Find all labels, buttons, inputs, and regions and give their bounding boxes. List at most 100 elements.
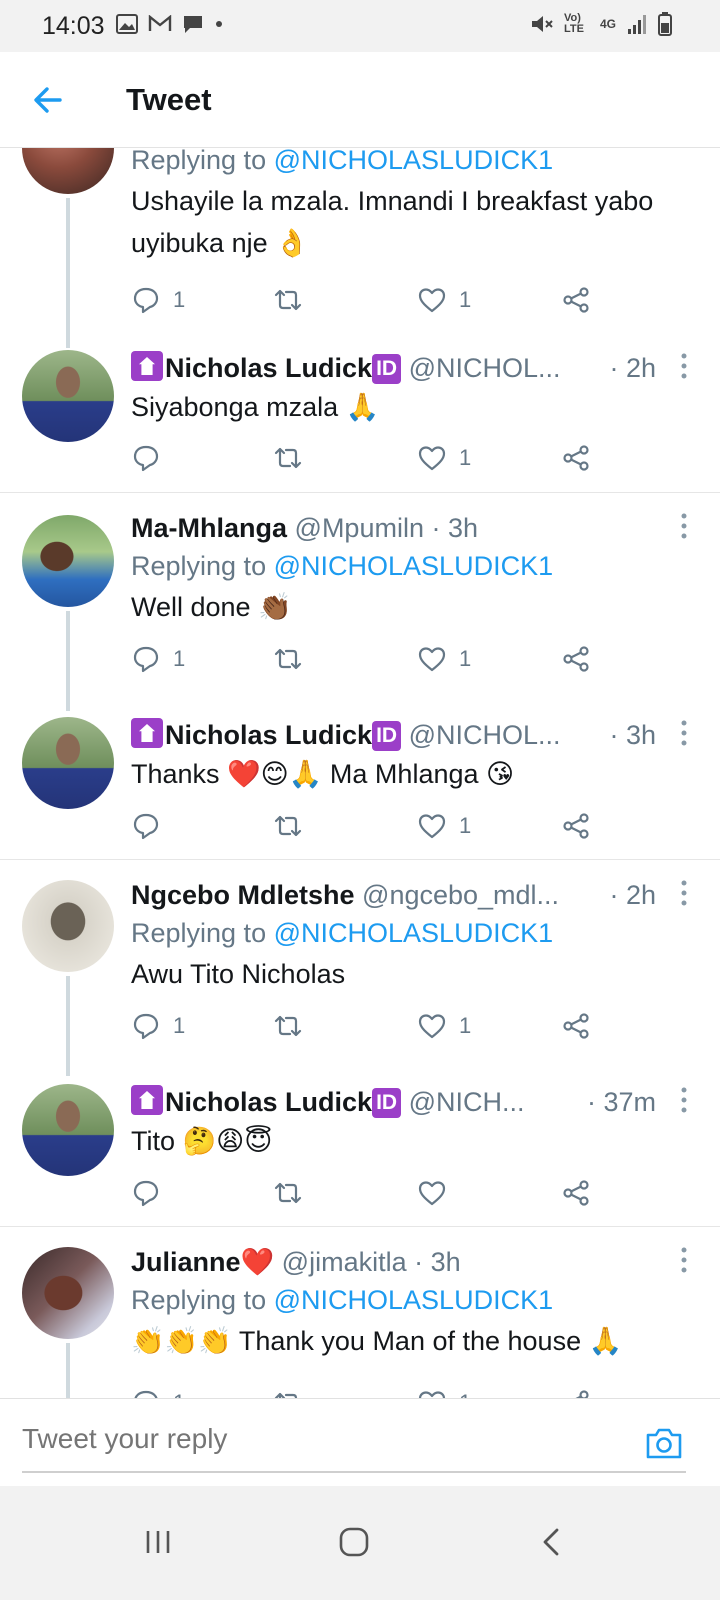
- like-button[interactable]: 1: [417, 1385, 471, 1398]
- share-button[interactable]: [561, 641, 591, 677]
- id-badge: ID: [372, 354, 402, 384]
- tweet-item[interactable]: Nicholas Ludick ID @NICHOL... · 3h Thanks…: [0, 698, 720, 860]
- more-icon[interactable]: [680, 719, 688, 747]
- reply-icon: [133, 646, 159, 673]
- home-icon[interactable]: [336, 1524, 372, 1560]
- avatar[interactable]: [22, 515, 114, 607]
- display-name[interactable]: Ma-Mhlanga: [131, 513, 287, 543]
- like-icon: [418, 1014, 446, 1039]
- retweet-button[interactable]: [273, 641, 303, 677]
- like-button[interactable]: 1: [417, 641, 471, 677]
- retweet-button[interactable]: [273, 282, 303, 318]
- share-icon: [563, 813, 589, 839]
- like-button[interactable]: 1: [417, 440, 471, 476]
- like-button[interactable]: 1: [417, 282, 471, 318]
- avatar[interactable]: [22, 717, 114, 809]
- replying-to-handle[interactable]: @NICHOLASLUDICK1: [274, 918, 553, 948]
- camera-icon[interactable]: [644, 1425, 684, 1461]
- like-button[interactable]: 1: [417, 808, 471, 844]
- more-icon[interactable]: [680, 879, 688, 907]
- tweet-item[interactable]: Ma-Mhlanga @Mpumiln · 3h Replying to @NI…: [0, 493, 720, 711]
- app-header: Tweet: [0, 52, 720, 148]
- like-button[interactable]: 1: [417, 1008, 471, 1044]
- display-name[interactable]: Nicholas Ludick: [165, 353, 372, 383]
- reply-button[interactable]: [131, 440, 173, 476]
- status-time: 14:03: [42, 12, 105, 40]
- tweet-item[interactable]: Nicholas Ludick ID @NICHOL... · 2h Siyabo…: [0, 328, 720, 493]
- id-badge: ID: [372, 721, 402, 751]
- user-handle[interactable]: @jimakitla: [282, 1247, 407, 1277]
- tweet-text: Tito 🤔😩😇: [131, 1126, 273, 1156]
- avatar[interactable]: [22, 1247, 114, 1339]
- thread-line: [66, 611, 70, 711]
- tweet-time: · 3h: [414, 1247, 461, 1277]
- retweet-button[interactable]: [273, 1175, 303, 1211]
- user-handle[interactable]: @NICHOL...: [409, 353, 561, 383]
- network-label: Vo) LTE: [563, 12, 584, 35]
- replying-to-handle[interactable]: @NICHOLASLUDICK1: [274, 1285, 553, 1315]
- display-name[interactable]: Julianne❤️: [131, 1247, 274, 1277]
- retweet-icon: [274, 447, 302, 469]
- more-icon[interactable]: [680, 512, 688, 540]
- more-icon[interactable]: [680, 1086, 688, 1114]
- replying-to-handle[interactable]: @NICHOLASLUDICK1: [274, 148, 553, 175]
- tweet-item[interactable]: Ngcebo Mdletshe @ngcebo_mdl... · 2h Repl…: [0, 860, 720, 1076]
- reply-composer: [0, 1398, 720, 1486]
- reply-input[interactable]: [22, 1423, 582, 1455]
- like-icon: [418, 647, 446, 672]
- reply-icon: [133, 1013, 159, 1040]
- reply-icon: [133, 287, 159, 314]
- display-name[interactable]: Nicholas Ludick: [165, 720, 372, 750]
- back-arrow-icon[interactable]: [30, 82, 66, 118]
- reply-feed[interactable]: Replying to @NICHOLASLUDICK1 Ushayile la…: [0, 148, 720, 1398]
- share-button[interactable]: [561, 440, 591, 476]
- retweet-button[interactable]: [273, 440, 303, 476]
- share-button[interactable]: [561, 1175, 591, 1211]
- recents-icon[interactable]: [140, 1524, 176, 1560]
- avatar[interactable]: [22, 880, 114, 972]
- tweet-item[interactable]: Julianne❤️ @jimakitla · 3h Replying to @…: [0, 1227, 720, 1398]
- user-handle[interactable]: @Mpumiln: [295, 513, 424, 543]
- tweet-item[interactable]: Replying to @NICHOLASLUDICK1 Ushayile la…: [0, 148, 720, 348]
- avatar[interactable]: [22, 148, 114, 194]
- reply-button[interactable]: 1: [131, 1385, 185, 1398]
- tweet-item[interactable]: Nicholas Ludick ID @NICH... · 37m Tito 🤔😩…: [0, 1065, 720, 1227]
- user-handle[interactable]: @ngcebo_mdl...: [362, 880, 559, 910]
- tweet-text: 👏👏👏 Thank you Man of the house 🙏: [131, 1326, 623, 1356]
- back-icon[interactable]: [534, 1524, 570, 1560]
- user-handle[interactable]: @NICH...: [409, 1087, 525, 1117]
- more-icon[interactable]: [680, 352, 688, 380]
- display-name[interactable]: Nicholas Ludick: [165, 1087, 372, 1117]
- tweet-time: · 3h: [609, 720, 656, 750]
- tweet-header: Ngcebo Mdletshe @ngcebo_mdl... · 2h: [131, 877, 696, 913]
- reply-button[interactable]: 1: [131, 641, 185, 677]
- share-button[interactable]: [561, 282, 591, 318]
- reply-button[interactable]: 1: [131, 1008, 185, 1044]
- chat-icon: [184, 16, 202, 33]
- retweet-button[interactable]: [273, 808, 303, 844]
- reply-button[interactable]: [131, 1175, 173, 1211]
- replying-to: Replying to @NICHOLASLUDICK1: [131, 1285, 554, 1315]
- status-bar: 14:03 Vo) LTE 4G: [0, 0, 720, 52]
- retweet-button[interactable]: [273, 1008, 303, 1044]
- tweet-header: Nicholas Ludick ID @NICHOL... · 3h: [131, 717, 696, 753]
- more-icon[interactable]: [680, 1246, 688, 1274]
- replying-to-handle[interactable]: @NICHOLASLUDICK1: [274, 551, 553, 581]
- avatar[interactable]: [22, 1084, 114, 1176]
- like-icon: [418, 1391, 446, 1398]
- like-button[interactable]: [417, 1175, 459, 1211]
- share-button[interactable]: [561, 1385, 591, 1398]
- user-handle[interactable]: @NICHOL...: [409, 720, 561, 750]
- share-icon: [575, 1390, 589, 1398]
- tweet-time: · 3h: [431, 513, 479, 543]
- share-button[interactable]: [561, 808, 591, 844]
- display-name[interactable]: Ngcebo Mdletshe: [131, 880, 355, 910]
- retweet-button[interactable]: [273, 1385, 303, 1398]
- retweet-icon: [274, 648, 302, 670]
- avatar[interactable]: [22, 350, 114, 442]
- share-icon: [563, 646, 589, 672]
- share-icon: [563, 1013, 589, 1039]
- reply-button[interactable]: [131, 808, 173, 844]
- share-button[interactable]: [561, 1008, 591, 1044]
- reply-button[interactable]: 1: [131, 282, 185, 318]
